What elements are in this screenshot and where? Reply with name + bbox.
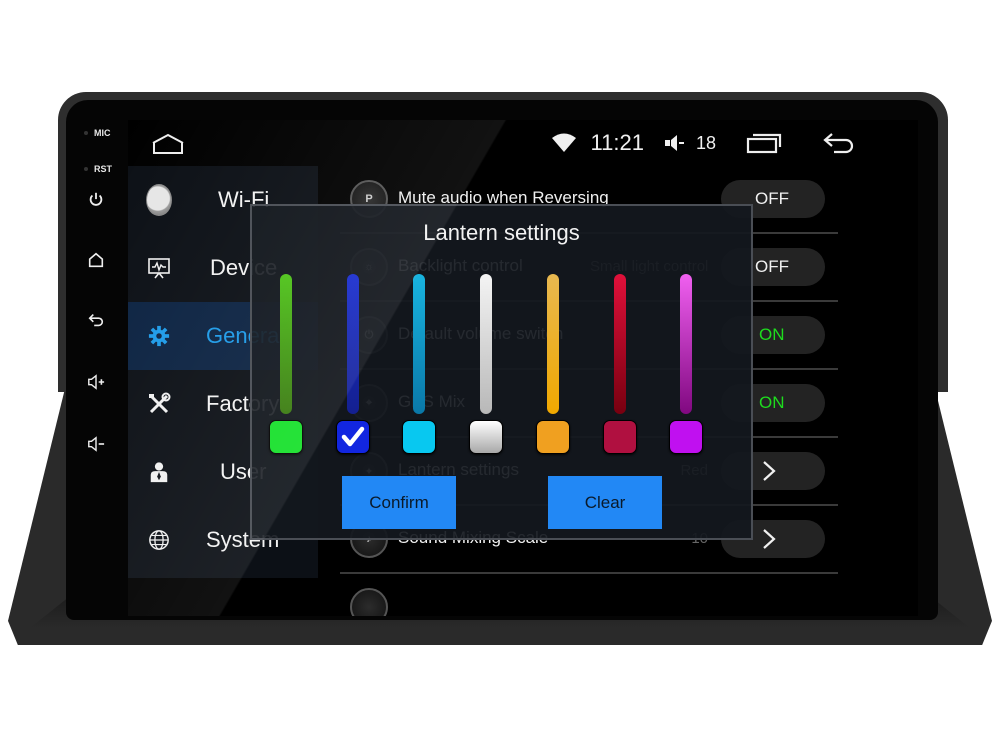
hw-volume-down-button[interactable] [84, 432, 108, 456]
checkmark-icon [341, 426, 364, 447]
color-swatch-purple[interactable] [669, 420, 704, 454]
status-bar: 11:21 18 [128, 120, 918, 166]
chevron-right-icon [763, 529, 776, 549]
device-monitor-icon [146, 255, 172, 281]
hw-back-button[interactable] [84, 308, 108, 332]
color-slider-purple[interactable] [680, 274, 693, 414]
hw-home-button[interactable] [84, 248, 108, 272]
chevron-right-icon [763, 461, 776, 481]
recent-apps-icon [746, 133, 782, 154]
volume-down-icon [88, 436, 105, 452]
wifi-icon [551, 133, 577, 153]
globe-icon [146, 527, 172, 553]
user-icon [146, 459, 172, 485]
volume-level: 18 [695, 132, 716, 153]
mic-label: MIC [94, 128, 111, 138]
color-swatch-cyan[interactable] [402, 420, 437, 454]
tools-icon [146, 391, 172, 417]
clear-button[interactable]: Clear [548, 476, 662, 529]
confirm-button[interactable]: Confirm [342, 476, 456, 529]
home-icon [152, 133, 184, 154]
rst-label: RST [94, 164, 112, 174]
nav-back-button[interactable] [822, 131, 858, 155]
power-icon [89, 192, 103, 206]
hw-power-button[interactable] [84, 188, 108, 212]
knob-icon [146, 184, 172, 216]
home-icon [88, 252, 104, 268]
dialog-title: Lantern settings [423, 220, 580, 245]
color-slider-cyan[interactable] [413, 274, 426, 414]
touch-screen: 11:21 18 Wi-Fi Device General Factory Us… [128, 120, 918, 616]
color-slider-red[interactable] [613, 274, 626, 414]
recent-apps-button[interactable] [746, 132, 782, 154]
color-swatch-orange[interactable] [535, 420, 570, 454]
color-swatch-white[interactable] [469, 420, 504, 454]
mic-hole [84, 131, 88, 135]
lantern-settings-dialog: Lantern settings Confirm Clear [250, 204, 753, 540]
volume-icon[interactable] [664, 133, 686, 153]
reset-hole[interactable] [84, 167, 88, 171]
color-slider-blue[interactable] [346, 274, 359, 414]
setting-icon [350, 588, 388, 616]
status-right: 11:21 18 [551, 128, 858, 158]
nav-home-button[interactable] [150, 132, 186, 156]
back-icon [88, 314, 104, 327]
clock: 11:21 [590, 130, 644, 155]
gear-icon [146, 323, 172, 349]
color-slider-green[interactable] [280, 274, 292, 414]
color-swatch-blue[interactable] [335, 420, 370, 454]
hw-volume-up-button[interactable] [84, 370, 108, 394]
back-icon [823, 133, 854, 154]
color-slider-white[interactable] [480, 274, 493, 414]
volume-up-icon [88, 374, 105, 390]
setting-row-partial [340, 574, 838, 616]
color-swatch-red[interactable] [602, 420, 637, 454]
hardware-button-panel: MIC RST [72, 122, 122, 602]
color-slider-orange[interactable] [546, 274, 559, 414]
color-swatch-green[interactable] [269, 420, 303, 454]
